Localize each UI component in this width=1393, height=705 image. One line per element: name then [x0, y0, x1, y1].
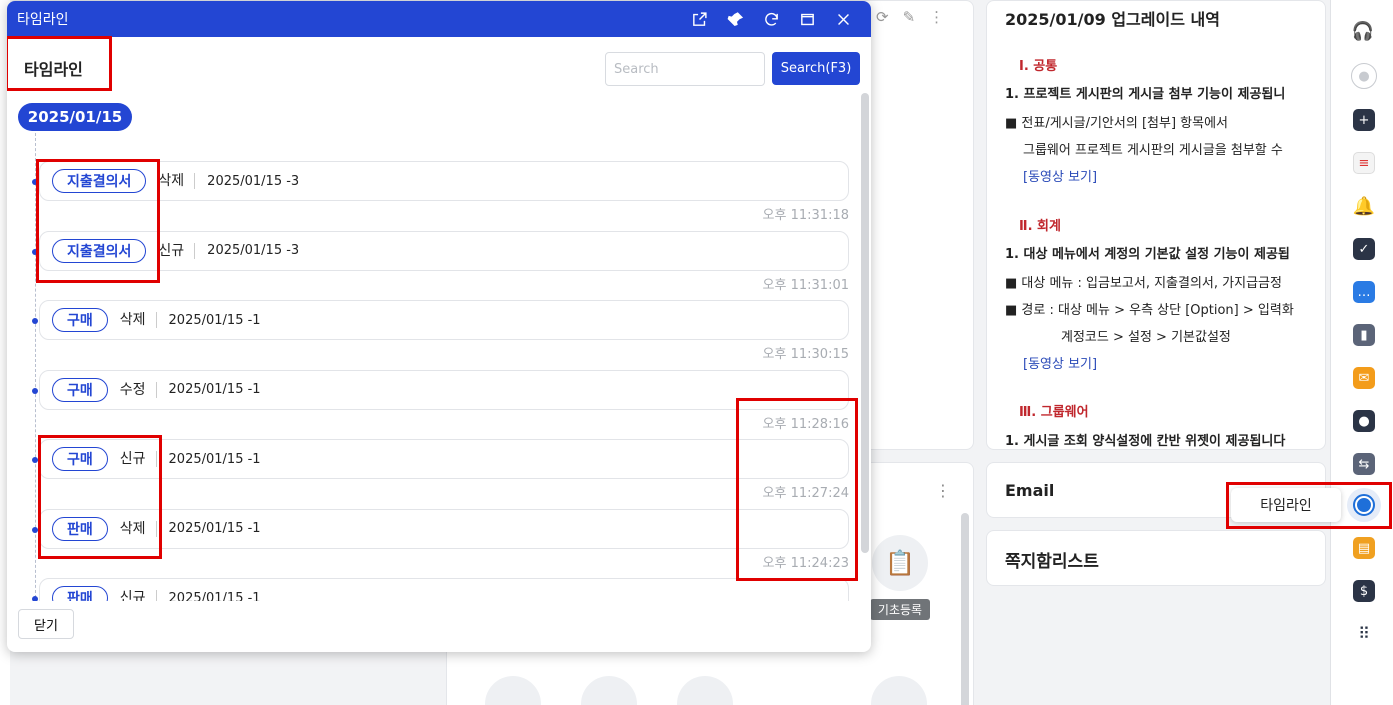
- document-number[interactable]: 2025/01/15 -1: [169, 521, 261, 536]
- action-label: 수정: [120, 381, 157, 398]
- action-label: 삭제: [120, 312, 157, 328]
- document-number[interactable]: 2025/01/15 -1: [169, 452, 261, 467]
- notice-section-heading: Ⅱ. 회계: [1019, 218, 1061, 234]
- entry-timestamp: 오후 11:31:01: [762, 277, 849, 293]
- notice-section-heading: Ⅰ. 공통: [1019, 58, 1058, 74]
- timeline-modal: 타임라인 타임라인 Search(F3) 2025/01/15 지출결의서삭제2…: [7, 1, 871, 652]
- entry-timestamp: 오후 11:30:15: [762, 347, 849, 362]
- more-icon[interactable]: ⋮: [935, 481, 951, 500]
- scrollbar[interactable]: [961, 513, 969, 705]
- mobile-message-icon[interactable]: ▮: [1353, 324, 1375, 346]
- modal-titlebar: 타임라인: [7, 1, 871, 37]
- mail-icon[interactable]: ✉: [1353, 367, 1375, 389]
- refresh-icon[interactable]: ⟳: [876, 8, 889, 26]
- memo-list-label: 쪽지함리스트: [1005, 552, 1099, 572]
- document-number[interactable]: 2025/01/15 -3: [207, 243, 299, 258]
- search-button[interactable]: Search(F3): [772, 52, 860, 85]
- highlight-box-timestamps: [736, 398, 858, 581]
- action-label: 신규: [120, 590, 157, 601]
- highlight-box-expense-entries: [36, 159, 160, 283]
- notice-line: 1. 대상 메뉴에서 계정의 기본값 설정 기능이 제공됩: [1005, 247, 1290, 263]
- apps-grid-icon[interactable]: ⠿: [1353, 622, 1375, 644]
- close-icon: [837, 13, 849, 25]
- timeline-dot: [32, 387, 38, 394]
- clipboard-icon: 📋: [872, 535, 928, 591]
- notice-line: ■ 경로 : 대상 메뉴 > 우측 상단 [Option] > 입력화: [1005, 302, 1294, 318]
- timeline-entry[interactable]: 구매 수정 2025/01/15 -1: [32, 369, 849, 410]
- action-label: 신규: [158, 242, 196, 259]
- menu-badge[interactable]: 구매: [52, 377, 108, 402]
- notice-line: 계정코드 > 설정 > 기본값설정: [1061, 329, 1231, 345]
- transfer-icon[interactable]: ⇆: [1353, 453, 1375, 475]
- basic-registration-label: 기초등록: [870, 599, 930, 620]
- pin-button[interactable]: [717, 1, 753, 37]
- scrollbar-thumb[interactable]: [861, 93, 869, 553]
- close-window-button[interactable]: [825, 1, 861, 37]
- notice-title: 2025/01/09 업그레이드 내역: [1005, 10, 1220, 29]
- panel-toolbar: ⟳ ✎ ⋮: [876, 8, 944, 26]
- notice-line: ■ 대상 메뉴 : 입금보고서, 지출결의서, 가지급금정: [1005, 276, 1282, 292]
- search-input[interactable]: [605, 52, 765, 86]
- refresh-button[interactable]: [753, 1, 789, 37]
- timeline-dot: [32, 596, 38, 601]
- upgrade-notice-panel: 2025/01/09 업그레이드 내역 Ⅰ. 공통 1. 프로젝트 게시판의 게시…: [986, 0, 1326, 450]
- notice-line: 그룹웨어 프로젝트 게시판의 게시글을 첨부할 수: [1023, 142, 1283, 158]
- basic-registration-shortcut[interactable]: 📋 기초등록: [870, 535, 930, 620]
- document-number[interactable]: 2025/01/15 -1: [169, 313, 261, 328]
- notebook-icon[interactable]: ▤: [1353, 537, 1375, 559]
- memo-list-widget[interactable]: 쪽지함리스트: [986, 530, 1326, 586]
- modal-scrollbar[interactable]: [861, 93, 869, 601]
- calendar-add-icon[interactable]: +: [1353, 109, 1375, 131]
- bell-icon[interactable]: 🔔: [1353, 195, 1375, 217]
- menu-badge[interactable]: 판매: [52, 586, 108, 601]
- video-link[interactable]: [동영상 보기]: [1023, 168, 1307, 189]
- action-label: 삭제: [158, 173, 196, 189]
- timeline-entry[interactable]: 판매 신규 2025/01/15 -1: [32, 578, 849, 602]
- notice-line: ■ 전표/게시글/기안서의 [첨부] 항목에서: [1005, 116, 1228, 132]
- document-number[interactable]: 2025/01/15 -1: [169, 591, 261, 602]
- notice-line: 1. 게시글 조회 양식설정에 칸반 위젯이 제공됩니다: [1005, 434, 1286, 450]
- maximize-icon: [800, 13, 814, 25]
- document-number[interactable]: 2025/01/15 -1: [169, 382, 261, 397]
- video-link[interactable]: [동영상 보기]: [1023, 355, 1307, 376]
- highlight-box-timeline-button: [1226, 482, 1392, 529]
- date-pill: 2025/01/15: [18, 103, 132, 131]
- timeline-entry[interactable]: 지출결의서 신규 2025/01/15 -3: [32, 230, 849, 271]
- document-number[interactable]: 2025/01/15 -3: [207, 174, 299, 189]
- close-button[interactable]: 닫기: [18, 609, 74, 639]
- timeline-dot: [32, 318, 38, 324]
- popout-button[interactable]: [681, 1, 717, 37]
- menu-badge[interactable]: 구매: [52, 308, 108, 332]
- more-icon[interactable]: ⋮: [929, 8, 944, 26]
- maximize-button[interactable]: [789, 1, 825, 37]
- notice-line: 1. 프로젝트 게시판의 게시글 첨부 기능이 제공됩니: [1005, 87, 1286, 103]
- timeline-entry[interactable]: 구매 삭제 2025/01/15 -1: [32, 300, 849, 340]
- email-label: Email: [1005, 481, 1055, 500]
- notepad-icon[interactable]: ≡: [1353, 152, 1375, 174]
- chat-icon[interactable]: …: [1353, 281, 1375, 303]
- highlight-box-purchase-sales-entries: [38, 435, 162, 559]
- entry-timestamp: 오후 11:31:18: [762, 208, 849, 223]
- approval-icon[interactable]: ✓: [1353, 238, 1375, 260]
- timeline-entry[interactable]: 지출결의서 삭제 2025/01/15 -3: [32, 161, 849, 201]
- pin-add-icon[interactable]: ✎: [903, 8, 916, 26]
- notice-section-heading: Ⅲ. 그룹웨어: [1019, 405, 1089, 421]
- pin-icon: [727, 11, 743, 26]
- profile-icon[interactable]: ●: [1351, 63, 1377, 89]
- external-link-icon: [692, 11, 707, 26]
- headset-icon[interactable]: 🎧: [1352, 20, 1374, 42]
- highlight-box-heading: [7, 36, 112, 91]
- toggle-icon[interactable]: ●: [1353, 410, 1375, 432]
- refresh-icon: [764, 12, 778, 26]
- modal-title: 타임라인: [17, 12, 69, 28]
- cash-icon[interactable]: $: [1353, 580, 1375, 602]
